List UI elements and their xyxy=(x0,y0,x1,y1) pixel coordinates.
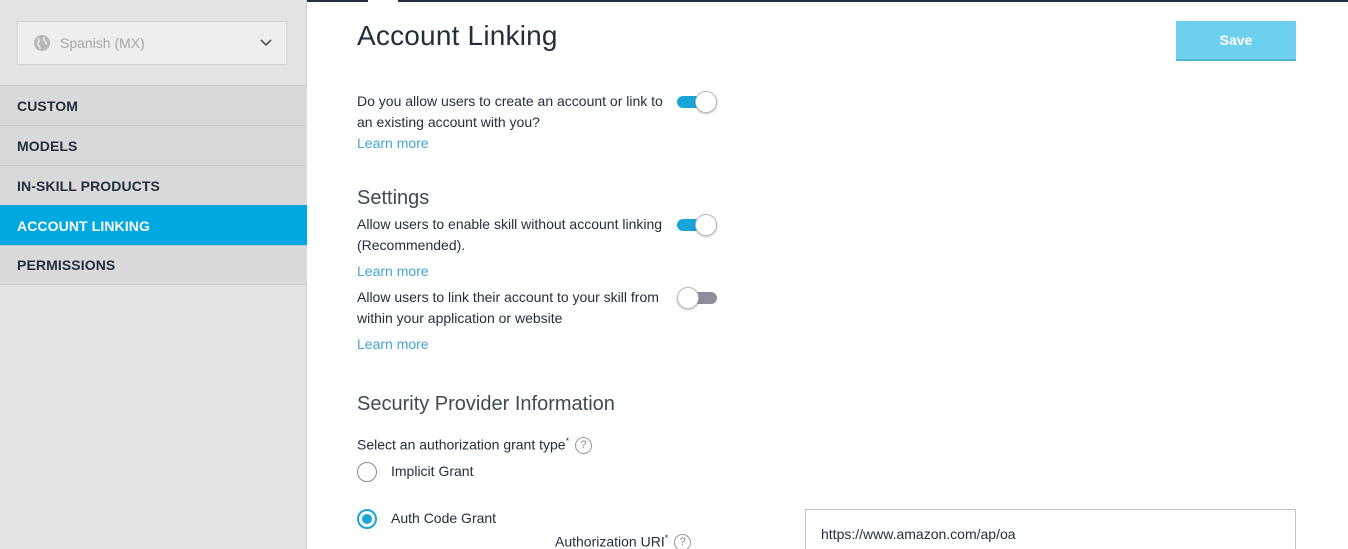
sidebar-item-label: PERMISSIONS xyxy=(17,257,116,273)
sidebar-item-models[interactable]: MODELS xyxy=(0,125,307,165)
setting-enable-without-linking: Allow users to enable skill without acco… xyxy=(357,216,663,253)
settings-title: Settings xyxy=(357,187,430,209)
sidebar-item-label: ACCOUNT LINKING xyxy=(17,217,150,234)
sidebar-item-label: CUSTOM xyxy=(17,97,79,114)
grant-type-text: Select an authorization grant type xyxy=(357,436,566,453)
sidebar-item-label: IN-SKILL PRODUCTS xyxy=(17,177,160,194)
allow-linking-toggle[interactable] xyxy=(677,91,717,113)
required-mark: * xyxy=(664,533,669,543)
authorization-uri-input[interactable] xyxy=(805,509,1296,549)
setting-link-from-app: Allow users to link their account to you… xyxy=(357,289,659,326)
language-label: Spanish (MX) xyxy=(60,35,145,51)
allow-linking-question: Do you allow users to create an account … xyxy=(357,93,663,130)
toggle-knob xyxy=(695,91,717,113)
auth-code-grant-label[interactable]: Auth Code Grant xyxy=(391,510,496,526)
sidebar-item-custom[interactable]: CUSTOM xyxy=(0,85,307,125)
page-title: Account Linking xyxy=(357,20,558,51)
learn-more-link[interactable]: Learn more xyxy=(357,336,429,352)
top-bar xyxy=(307,0,1348,2)
link-from-app-toggle[interactable] xyxy=(677,287,717,309)
help-icon[interactable]: ? xyxy=(674,534,692,549)
authorization-uri-text: Authorization URI xyxy=(555,533,665,549)
learn-more-link[interactable]: Learn more xyxy=(357,135,429,151)
implicit-grant-radio[interactable] xyxy=(357,462,377,482)
globe-icon xyxy=(33,34,51,52)
sidebar-item-label: MODELS xyxy=(17,137,78,154)
sidebar-item-permissions[interactable]: PERMISSIONS xyxy=(0,245,307,285)
chevron-down-icon xyxy=(259,36,273,50)
enable-without-linking-toggle[interactable] xyxy=(677,214,717,236)
sidebar-item-account-linking[interactable]: ACCOUNT LINKING xyxy=(0,205,307,245)
language-select[interactable]: Spanish (MX) xyxy=(17,21,287,65)
sidebar-item-in-skill-products[interactable]: IN-SKILL PRODUCTS xyxy=(0,165,307,205)
save-button[interactable]: Save xyxy=(1176,21,1296,61)
security-provider-title: Security Provider Information xyxy=(357,393,615,415)
auth-code-grant-radio[interactable] xyxy=(357,509,377,529)
sidebar-nav: CUSTOM MODELS IN-SKILL PRODUCTS ACCOUNT … xyxy=(0,85,307,285)
grant-type-label: Select an authorization grant type*? xyxy=(357,436,593,455)
top-bar-notch xyxy=(368,0,398,2)
learn-more-link[interactable]: Learn more xyxy=(357,263,429,279)
toggle-knob xyxy=(677,287,699,309)
required-mark: * xyxy=(565,436,570,446)
sidebar: Spanish (MX) CUSTOM MODELS IN-SKILL PROD… xyxy=(0,0,307,549)
toggle-knob xyxy=(695,214,717,236)
help-icon[interactable]: ? xyxy=(575,437,593,455)
implicit-grant-label[interactable]: Implicit Grant xyxy=(391,463,473,479)
authorization-uri-label: Authorization URI*? xyxy=(555,533,692,549)
